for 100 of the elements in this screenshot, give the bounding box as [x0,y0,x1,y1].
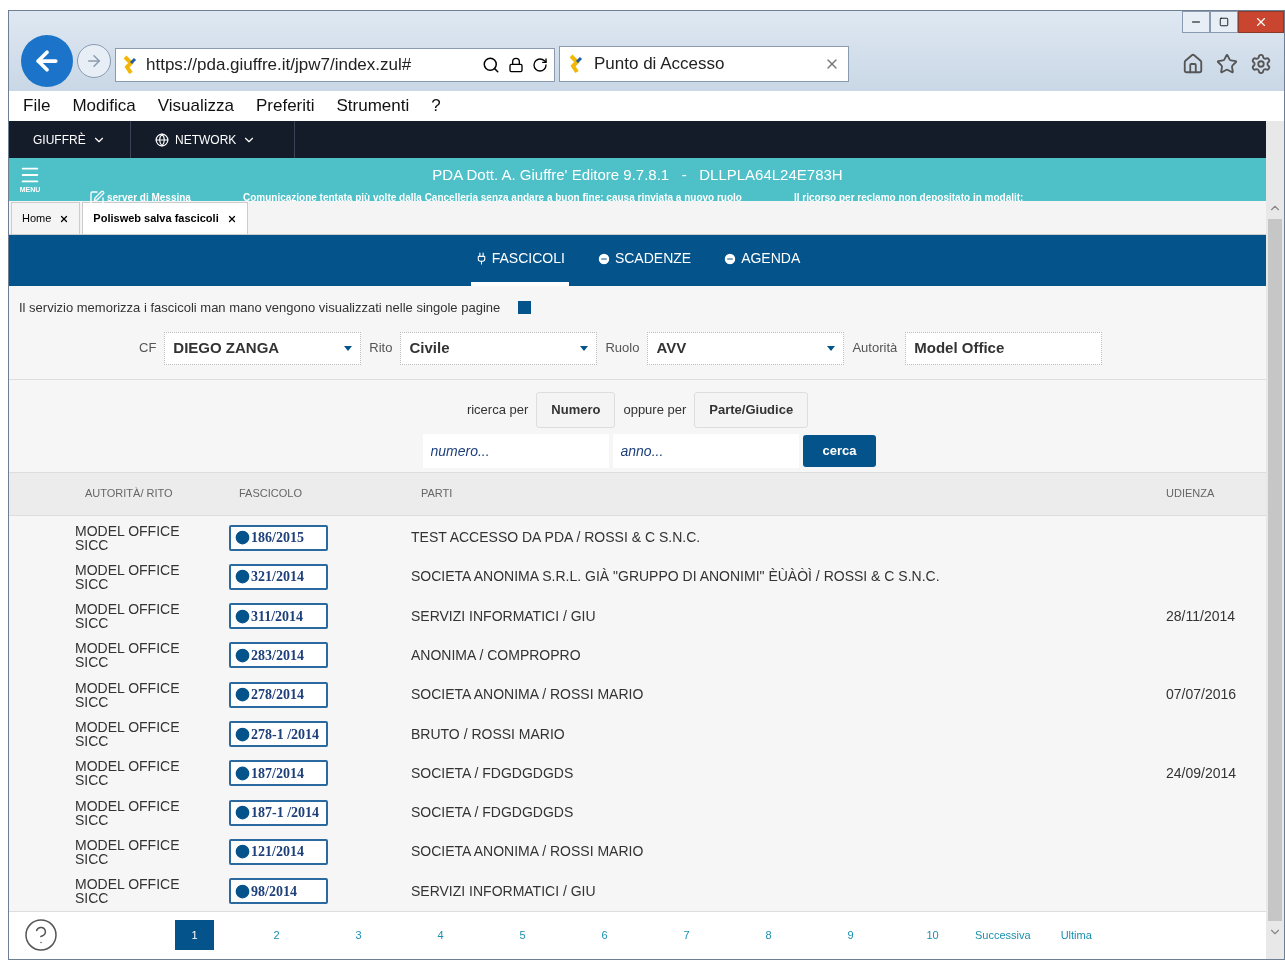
authority-cell-text: MODEL OFFICE SICC [74,837,181,866]
authority-cell-text: MODEL OFFICE SICC [74,798,181,827]
authority-cell-text: MODEL OFFICE SICC [74,759,181,788]
case-number-button[interactable]: 311/2014 [229,603,328,630]
column-header: UDIENZA [1166,486,1216,502]
page-link[interactable]: 4 [421,920,460,951]
app-tab[interactable]: Home [11,202,81,234]
hearing-date-cell-text: 07/07/2016 [1166,685,1238,705]
column-header: AUTORITÀ/ RITO [84,486,174,502]
case-number-button[interactable]: 278-1 /2014 [229,721,328,748]
scrollbar[interactable] [1266,121,1284,959]
authority-cell-text: MODEL OFFICE SICC [74,562,181,591]
arrow-right-icon [85,52,103,70]
page-link[interactable]: 10 [913,920,952,951]
app-tab[interactable]: Polisweb salva fascicoli [82,202,248,234]
ticker-text: Comunicazione tentata più volte dalla Cancelleria senza andare a buon fine: causa rinviata a nuovo ruolo [242,191,742,205]
text-field[interactable]: Model Office [905,331,1103,365]
authority-cell-text: MODEL OFFICE SICC [74,680,181,709]
case-number-button[interactable]: 278/2014 [229,681,328,708]
filter-label: CF [139,339,157,358]
section-tab[interactable]: AGENDA [719,235,805,286]
parties-cell-text: SOCIETA ANONIMA S.R.L. GIÀ "GRUPPO DI ANONIMI" ÈÙÀÒÌ / ROSSI & C S.N.C. [411,567,941,587]
next-page-link[interactable]: Successiva [975,927,1031,944]
dropdown-arrow-icon [344,345,353,351]
lock-icon [508,57,524,73]
year-input[interactable]: anno... [612,433,799,468]
column-header: PARTI [421,486,454,502]
hearing-date-cell-text: 24/09/2014 [1166,763,1238,783]
close-button[interactable] [1238,11,1284,33]
case-number-button[interactable]: 186/2015 [229,524,328,551]
menu-item[interactable]: Preferiti [255,93,315,119]
close-icon [226,213,237,224]
dropdown-field[interactable]: Civile [400,331,598,365]
dropdown-field[interactable]: AVV [647,331,845,365]
parties-cell-text: SERVIZI INFORMATICI / GIU [411,606,597,626]
page-link[interactable]: 6 [585,920,624,951]
page-link[interactable]: 2 [257,920,296,951]
search-button[interactable]: cerca [802,434,877,467]
info-text: Il servizio memorizza i fascicoli man mano vengono visualizzati nelle singole pagine [19,299,501,317]
or-label: oppure per [623,400,687,419]
banner-title: PDA Dott. A. Giuffre' Editore 9.7.8.1 - DLLPLA64L24E783H [432,165,843,185]
menu-item[interactable]: Strumenti [336,93,410,119]
address-text: https://pda.giuffre.it/jpw7/index.zul# [146,54,413,77]
menu-item[interactable]: Modifica [72,93,136,119]
page-link[interactable]: 7 [667,920,706,951]
logo-icon [568,54,584,74]
parties-cell-text: SERVIZI INFORMATICI / GIU [411,881,597,901]
parties-cell-text: TEST ACCESSO DA PDA / ROSSI & C S.N.C. [411,528,702,548]
ticker-text: Il ricorso per reclamo non depositato in modalit: [793,191,1024,205]
parties-cell-text: SOCIETA ANONIMA / ROSSI MARIO [411,842,645,862]
minimize-button[interactable] [1182,11,1210,33]
authority-cell-text: MODEL OFFICE SICC [74,523,181,552]
search-icon[interactable] [482,56,500,74]
parties-cell-text: BRUTO / ROSSI MARIO [411,724,566,744]
maximize-button[interactable] [1210,11,1238,33]
case-number-button[interactable]: 187/2014 [229,760,328,787]
menu-item[interactable]: File [23,93,51,119]
case-number-button[interactable]: 321/2014 [229,563,328,590]
ticker-text: server di Messina [107,191,191,205]
parties-cell-text: SOCIETA ANONIMA / ROSSI MARIO [411,685,645,705]
page-link[interactable]: 1 [175,920,214,951]
parties-cell-text: SOCIETA / FDGDGDGDS [411,763,575,783]
party-judge-search-button[interactable]: Parte/Giudice [694,391,809,428]
last-page-link[interactable]: Ultima [1060,927,1092,944]
dropdown-arrow-icon [580,345,589,351]
filter-label: Autorità [852,339,898,358]
case-number-button[interactable]: 283/2014 [229,642,328,669]
authority-cell-text: MODEL OFFICE SICC [74,641,181,670]
number-input[interactable]: numero... [422,433,609,468]
logo-icon [122,55,138,75]
column-header: FASCICOLO [239,486,303,502]
menu-item[interactable]: Visualizza [157,93,234,119]
browser-tab[interactable]: Punto di Accesso [559,46,849,82]
browser-tab-title: Punto di Accesso [594,53,726,76]
page-link[interactable]: 9 [831,920,870,951]
authority-cell-text: MODEL OFFICE SICC [74,877,181,906]
section-tab[interactable]: SCADENZE [592,235,696,286]
case-number-button[interactable]: 187-1 /2014 [229,799,328,826]
filter-label: Rito [369,339,393,358]
home-icon[interactable] [1182,53,1204,75]
filter-label: Ruolo [605,339,640,358]
maximize-icon [1219,17,1229,27]
page-link[interactable]: 5 [503,920,542,951]
settings-icon[interactable] [1250,53,1272,75]
menu-item[interactable]: ? [431,93,441,119]
parties-cell-text: SOCIETA / FDGDGDGDS [411,803,575,823]
refresh-icon[interactable] [532,57,548,73]
case-number-button[interactable]: 121/2014 [229,838,328,865]
page-link[interactable]: 3 [339,920,378,951]
close-icon [59,213,70,224]
number-search-button[interactable]: Numero [536,391,616,428]
dropdown-field[interactable]: DIEGO ZANGA [164,331,362,365]
case-number-button[interactable]: 98/2014 [229,878,328,905]
hearing-date-cell-text: 28/11/2014 [1166,606,1237,626]
star-icon[interactable] [1216,53,1238,75]
address-bar[interactable]: https://pda.giuffre.it/jpw7/index.zul# [115,48,555,82]
authority-cell-text: MODEL OFFICE SICC [74,602,181,631]
page-link[interactable]: 8 [749,920,788,951]
back-button[interactable] [21,35,73,87]
authority-cell-text: MODEL OFFICE SICC [74,720,181,749]
